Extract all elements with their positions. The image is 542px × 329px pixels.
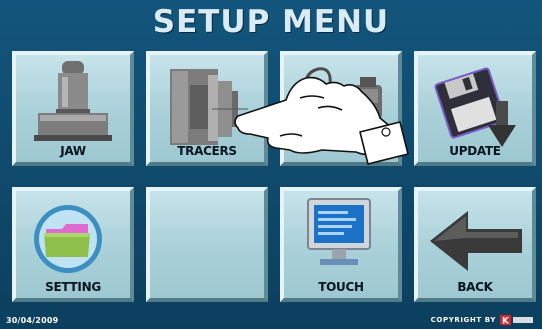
calibration-tools-icon — [303, 67, 382, 119]
tile-label: TRACERS — [177, 144, 237, 158]
touch-button[interactable]: TOUCH — [280, 187, 402, 302]
svg-text:K: K — [502, 317, 510, 326]
tile-label: UPDATE — [449, 144, 501, 158]
brand-logo-icon: K — [500, 315, 533, 326]
tracers-button[interactable]: TRACERS — [146, 51, 268, 166]
tile-label: SETTING — [45, 280, 101, 294]
back-button[interactable]: BACK — [414, 187, 536, 302]
date-text: 30/04/2009 — [6, 316, 59, 325]
update-button[interactable]: UPDATE — [414, 51, 536, 166]
tile-label: TOUCH — [318, 280, 364, 294]
tile-label: JAW — [60, 144, 86, 158]
empty-tile — [146, 187, 268, 302]
setting-button[interactable]: SETTING — [12, 187, 134, 302]
copyright-block: COPYRIGHT BY K — [431, 315, 534, 325]
tile-label: BACK — [457, 280, 493, 294]
jaw-button[interactable]: JAW — [12, 51, 134, 166]
footer-bar: 30/04/2009 COPYRIGHT BY K — [0, 309, 542, 329]
page-title: SETUP MENU — [152, 4, 390, 40]
calibration-button[interactable] — [280, 51, 402, 166]
copyright-text: COPYRIGHT BY — [430, 316, 496, 324]
setup-menu-screen: SETUP MENU JAW TRACERS UPDATE SETTING TO… — [0, 0, 542, 329]
